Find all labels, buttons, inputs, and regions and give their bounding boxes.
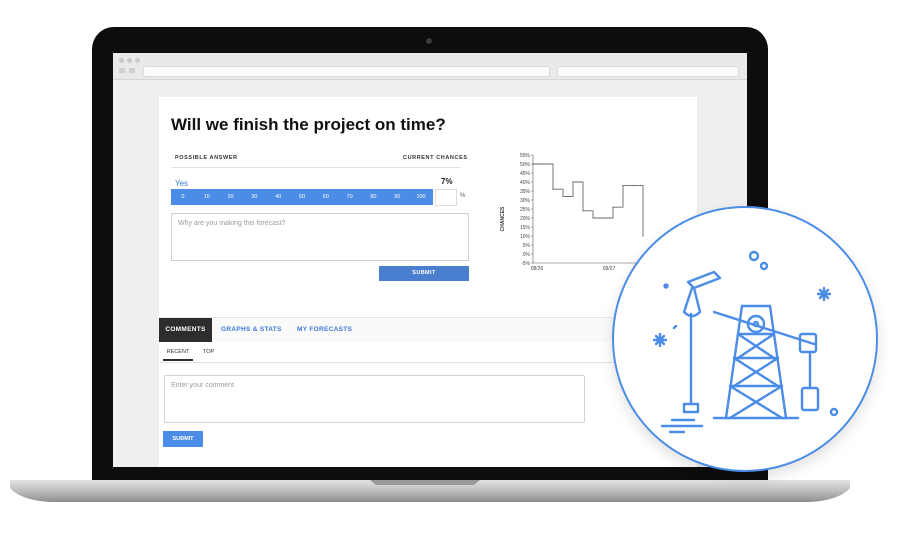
chart-y-tick-label: 35% bbox=[520, 189, 531, 195]
current-chance-value: 7% bbox=[441, 177, 453, 186]
address-bar[interactable] bbox=[143, 66, 550, 77]
laptop-base bbox=[10, 480, 850, 502]
chart-y-tick-label: -5% bbox=[521, 261, 530, 267]
chart-y-axis-label: CHANCES bbox=[500, 206, 506, 231]
comment-input[interactable]: Enter your comment bbox=[164, 375, 585, 423]
browser-search-bar[interactable] bbox=[557, 66, 739, 77]
chart-y-tick-label: 55% bbox=[520, 153, 531, 159]
tab-graphs-stats[interactable]: GRAPHS & STATS bbox=[221, 318, 282, 342]
close-window-button[interactable] bbox=[119, 58, 124, 63]
chart-point bbox=[542, 163, 544, 165]
chart-y-tick-label: 15% bbox=[520, 225, 531, 231]
slider-tick[interactable]: 40 bbox=[266, 189, 290, 205]
chart-point bbox=[562, 195, 564, 197]
chart-y-tick-label: 5% bbox=[523, 243, 531, 249]
window-controls[interactable] bbox=[119, 58, 140, 63]
question-title: Will we finish the project on time? bbox=[171, 115, 446, 134]
chart-point bbox=[582, 210, 584, 212]
chart-point bbox=[552, 188, 554, 190]
forecast-reason-input[interactable]: Why are you making this forecast? bbox=[171, 213, 469, 261]
oil-rig-badge bbox=[612, 206, 878, 472]
chart-point bbox=[532, 163, 534, 165]
browser-toolbar bbox=[113, 53, 747, 80]
answer-label: Yes bbox=[175, 179, 189, 188]
chart-y-tick-label: 50% bbox=[520, 162, 531, 168]
slider-tick[interactable]: 70 bbox=[338, 189, 362, 205]
subtab-top[interactable]: TOP bbox=[203, 345, 214, 359]
chart-y-tick-label: 45% bbox=[520, 171, 531, 177]
submit-comment-button[interactable]: SUBMIT bbox=[163, 431, 203, 447]
slider-tick[interactable]: 100 bbox=[409, 189, 433, 205]
slider-tick[interactable]: 50 bbox=[290, 189, 314, 205]
slider-tick[interactable]: 10 bbox=[195, 189, 219, 205]
tab-my-forecasts[interactable]: MY FORECASTS bbox=[297, 318, 352, 342]
submit-forecast-button[interactable]: SUBMIT bbox=[379, 266, 469, 281]
slider-tick[interactable]: 60 bbox=[314, 189, 338, 205]
chart-x-tick-label: 08/26 bbox=[531, 266, 544, 272]
chart-y-tick-label: 10% bbox=[520, 234, 531, 240]
chart-y-tick-label: 20% bbox=[520, 216, 531, 222]
webcam bbox=[426, 38, 432, 44]
chart-point bbox=[632, 185, 634, 187]
chart-y-tick-label: 0% bbox=[523, 252, 531, 258]
chart-point bbox=[602, 217, 604, 219]
slider-tick[interactable]: 0 bbox=[171, 189, 195, 205]
percent-input[interactable] bbox=[435, 189, 457, 206]
chart-y-tick-label: 25% bbox=[520, 207, 531, 213]
percent-sign: % bbox=[460, 193, 466, 199]
slider-tick[interactable]: 80 bbox=[362, 189, 386, 205]
maximize-window-button[interactable] bbox=[135, 58, 140, 63]
forecast-reason-placeholder: Why are you making this forecast? bbox=[178, 220, 286, 227]
slider-tick[interactable]: 30 bbox=[242, 189, 266, 205]
tab-comments[interactable]: COMMENTS bbox=[159, 318, 212, 342]
back-button[interactable] bbox=[119, 68, 125, 73]
slider-tick[interactable]: 20 bbox=[219, 189, 243, 205]
chart-y-tick-label: 30% bbox=[520, 198, 531, 204]
comment-placeholder: Enter your comment bbox=[171, 382, 235, 389]
oil-pumpjack-icon bbox=[652, 250, 839, 434]
subtab-recent[interactable]: RECENT bbox=[163, 345, 193, 361]
divider bbox=[171, 167, 461, 168]
chart-y-tick-label: 40% bbox=[520, 180, 531, 186]
chart-point bbox=[622, 185, 624, 187]
forecast-slider[interactable]: 0 10 20 30 40 50 60 70 80 90 100 bbox=[171, 189, 433, 205]
chart-point bbox=[572, 181, 574, 183]
forward-button[interactable] bbox=[129, 68, 135, 73]
chart-point bbox=[592, 217, 594, 219]
possible-answer-header: POSSIBLE ANSWER bbox=[175, 155, 238, 161]
minimize-window-button[interactable] bbox=[127, 58, 132, 63]
slider-tick[interactable]: 90 bbox=[385, 189, 409, 205]
current-chances-header: CURRENT CHANCES bbox=[403, 155, 468, 161]
